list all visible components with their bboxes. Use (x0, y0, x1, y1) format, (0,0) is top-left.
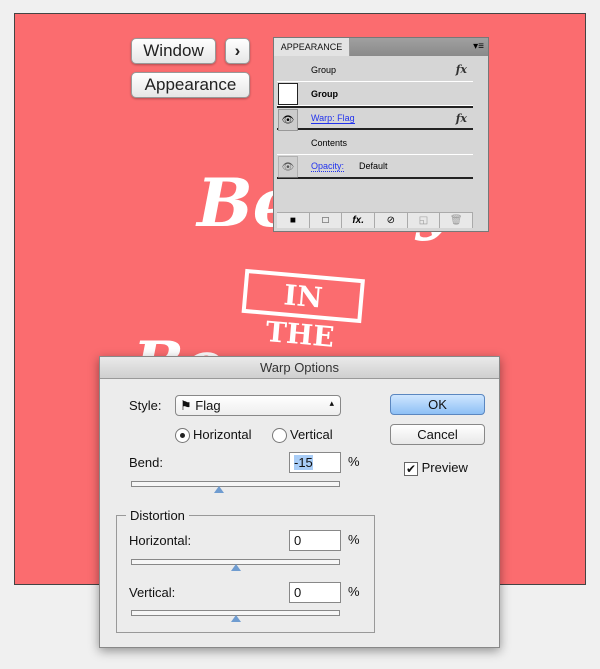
row-contents[interactable]: Contents (277, 131, 473, 155)
eye-icon[interactable]: 👁 (278, 109, 298, 131)
distortion-label: Distortion (126, 508, 189, 523)
add-stroke-icon[interactable]: ■ (277, 213, 310, 228)
window-menu-button[interactable]: Window (131, 38, 216, 64)
fx-icon[interactable]: fx (456, 112, 467, 125)
opacity-link[interactable]: Opacity: (311, 161, 345, 172)
panel-menu-icon[interactable]: ▾≡ (473, 41, 484, 52)
style-select[interactable]: ⚑ Flag ▴ (175, 395, 341, 416)
dialog-title: Warp Options (100, 357, 499, 379)
radio-vertical[interactable]: Vertical (272, 427, 333, 444)
ok-button[interactable]: OK (390, 394, 485, 415)
panel-footer: ■ □ fx. ⊘ ◱ 🗑 (277, 212, 474, 228)
add-fill-icon[interactable]: □ (309, 213, 343, 228)
percent-label: % (348, 454, 360, 469)
row-group[interactable]: Group fx (277, 58, 473, 82)
fx-icon[interactable]: fx (456, 63, 467, 76)
warp-link[interactable]: Warp: Flag (311, 113, 355, 124)
horizontal-label: Horizontal: (129, 533, 192, 548)
vertical-input[interactable]: 0 (289, 582, 341, 603)
bend-slider[interactable] (131, 481, 340, 487)
percent-label: % (348, 584, 360, 599)
horizontal-slider-thumb[interactable] (231, 564, 241, 571)
tab-appearance[interactable]: APPEARANCE (274, 38, 350, 56)
row-opacity[interactable]: 👁 Opacity: Default (277, 155, 473, 179)
bend-label: Bend: (129, 455, 163, 470)
vertical-label: Vertical: (129, 585, 176, 600)
clear-appearance-icon[interactable]: ⊘ (375, 213, 408, 228)
opacity-value: Default (359, 161, 388, 171)
thumbnail-icon (278, 83, 298, 105)
row-label: Group (311, 64, 337, 75)
warp-options-dialog: Warp Options Style: ⚑ Flag ▴ Horizontal … (99, 356, 500, 648)
banner-text: IN THE (241, 268, 365, 354)
checkbox-checked-icon: ✔ (404, 461, 418, 476)
radio-label: Vertical (290, 427, 333, 442)
artwork-banner: IN THE (200, 255, 405, 354)
eye-icon[interactable]: 👁 (278, 156, 298, 178)
flag-icon: ⚑ (180, 398, 196, 413)
preview-checkbox[interactable]: ✔ Preview (404, 460, 468, 476)
row-group-selected[interactable]: Group (277, 82, 473, 106)
cancel-button[interactable]: Cancel (390, 424, 485, 445)
style-value: Flag (195, 398, 221, 413)
preview-label: Preview (421, 460, 468, 475)
trash-icon[interactable]: 🗑 (440, 213, 474, 228)
row-label: Contents (311, 137, 348, 148)
horizontal-input[interactable]: 0 (289, 530, 341, 551)
updown-icon: ▴ (329, 398, 334, 408)
radio-horizontal[interactable]: Horizontal (175, 427, 252, 444)
row-warp[interactable]: 👁 Warp: Flag fx (277, 106, 473, 131)
bend-slider-thumb[interactable] (214, 486, 224, 493)
add-effect-icon[interactable]: fx. (342, 213, 376, 228)
duplicate-item-icon[interactable]: ◱ (407, 213, 441, 228)
appearance-menu-button[interactable]: Appearance (131, 72, 250, 98)
row-label: Group (311, 88, 338, 99)
appearance-panel: APPEARANCE ▾≡ Group fx Group 👁 Warp: Flag f… (273, 37, 489, 232)
bend-input[interactable]: -15 (289, 452, 341, 473)
chevron-right-icon[interactable]: › (225, 38, 250, 64)
radio-label: Horizontal (193, 427, 252, 442)
style-label: Style: (129, 398, 162, 413)
bend-value: -15 (294, 455, 313, 470)
percent-label: % (348, 532, 360, 547)
vertical-slider-thumb[interactable] (231, 615, 241, 622)
